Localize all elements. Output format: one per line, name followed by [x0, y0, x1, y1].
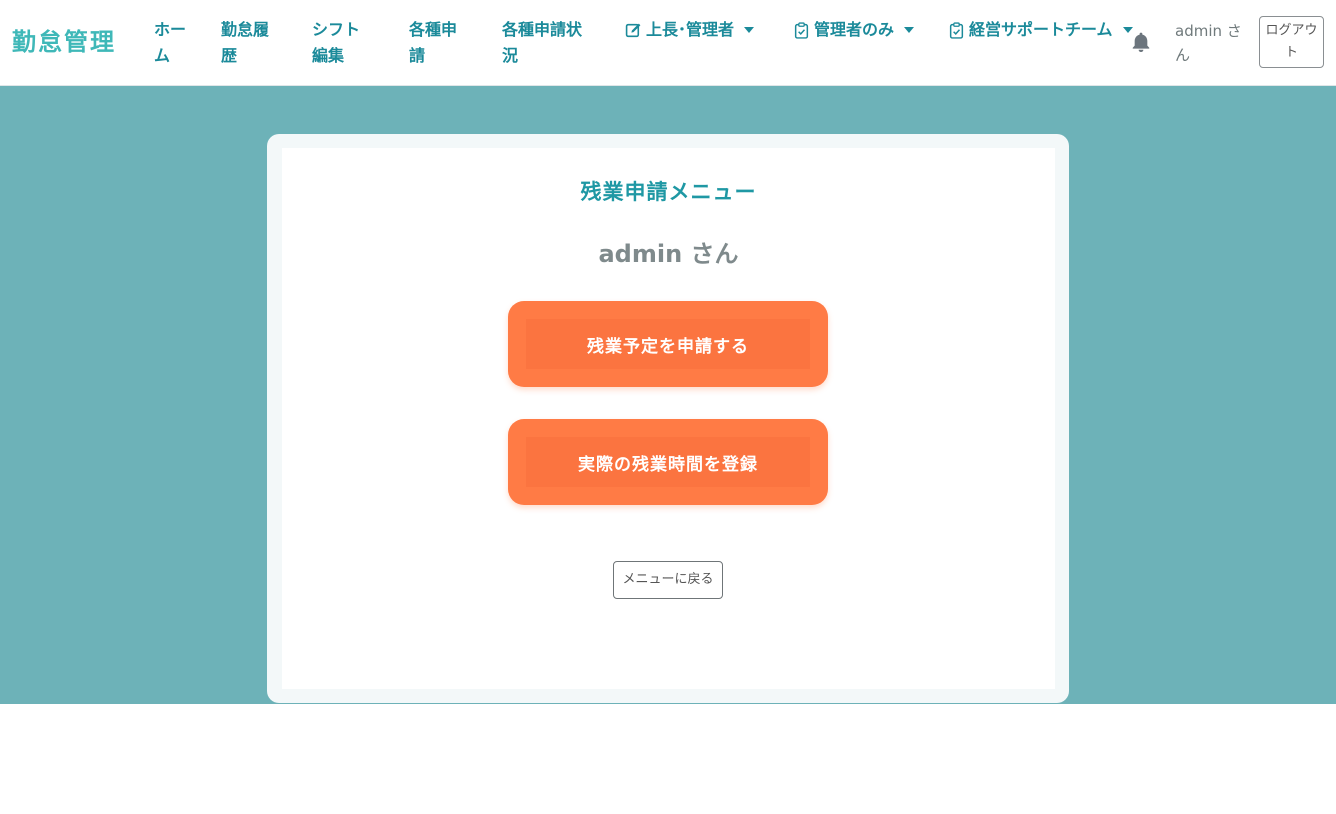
- user-name-heading: admin さん: [598, 240, 739, 268]
- edit-icon: [625, 23, 641, 37]
- brand-logo[interactable]: 勤怠管理: [12, 26, 116, 58]
- nav-shift-edit[interactable]: シフト編集: [312, 17, 374, 69]
- nav-requests[interactable]: 各種申請: [409, 17, 465, 69]
- page-title: 残業申請メニュー: [580, 180, 757, 204]
- top-navbar: 勤怠管理 ホーム 勤怠履歴 シフト編集 各種申請 各種申請状況 上長･管理者 管…: [0, 0, 1336, 86]
- nav-dropdown-admin-only[interactable]: 管理者のみ: [793, 17, 915, 43]
- clipboard-check-icon: [794, 21, 809, 39]
- dropdown-label: 経営サポートチーム: [969, 20, 1113, 39]
- caret-down-icon: [744, 27, 755, 33]
- nav-attendance-history[interactable]: 勤怠履歴: [221, 17, 277, 69]
- nav-user-label: admin さん: [1175, 22, 1242, 64]
- logout-button[interactable]: ログアウト: [1259, 16, 1324, 68]
- nav-home[interactable]: ホーム: [154, 17, 188, 69]
- dropdown-label: 上長･管理者: [646, 20, 735, 39]
- dropdown-label: 管理者のみ: [814, 20, 895, 39]
- back-to-menu-button[interactable]: メニューに戻る: [613, 561, 723, 599]
- nav-request-status[interactable]: 各種申請状況: [502, 17, 594, 69]
- nav-dropdown-management-support[interactable]: 経営サポートチーム: [948, 17, 1133, 43]
- request-overtime-button[interactable]: 残業予定を申請する: [508, 301, 828, 387]
- clipboard-check-icon: [949, 21, 964, 39]
- bell-icon[interactable]: [1130, 30, 1152, 54]
- button-label: 実際の残業時間を登録: [526, 437, 810, 487]
- nav-dropdown-supervisor[interactable]: 上長･管理者: [625, 17, 755, 43]
- register-actual-overtime-button[interactable]: 実際の残業時間を登録: [508, 419, 828, 505]
- caret-down-icon: [904, 27, 915, 33]
- button-label: 残業予定を申請する: [526, 319, 810, 369]
